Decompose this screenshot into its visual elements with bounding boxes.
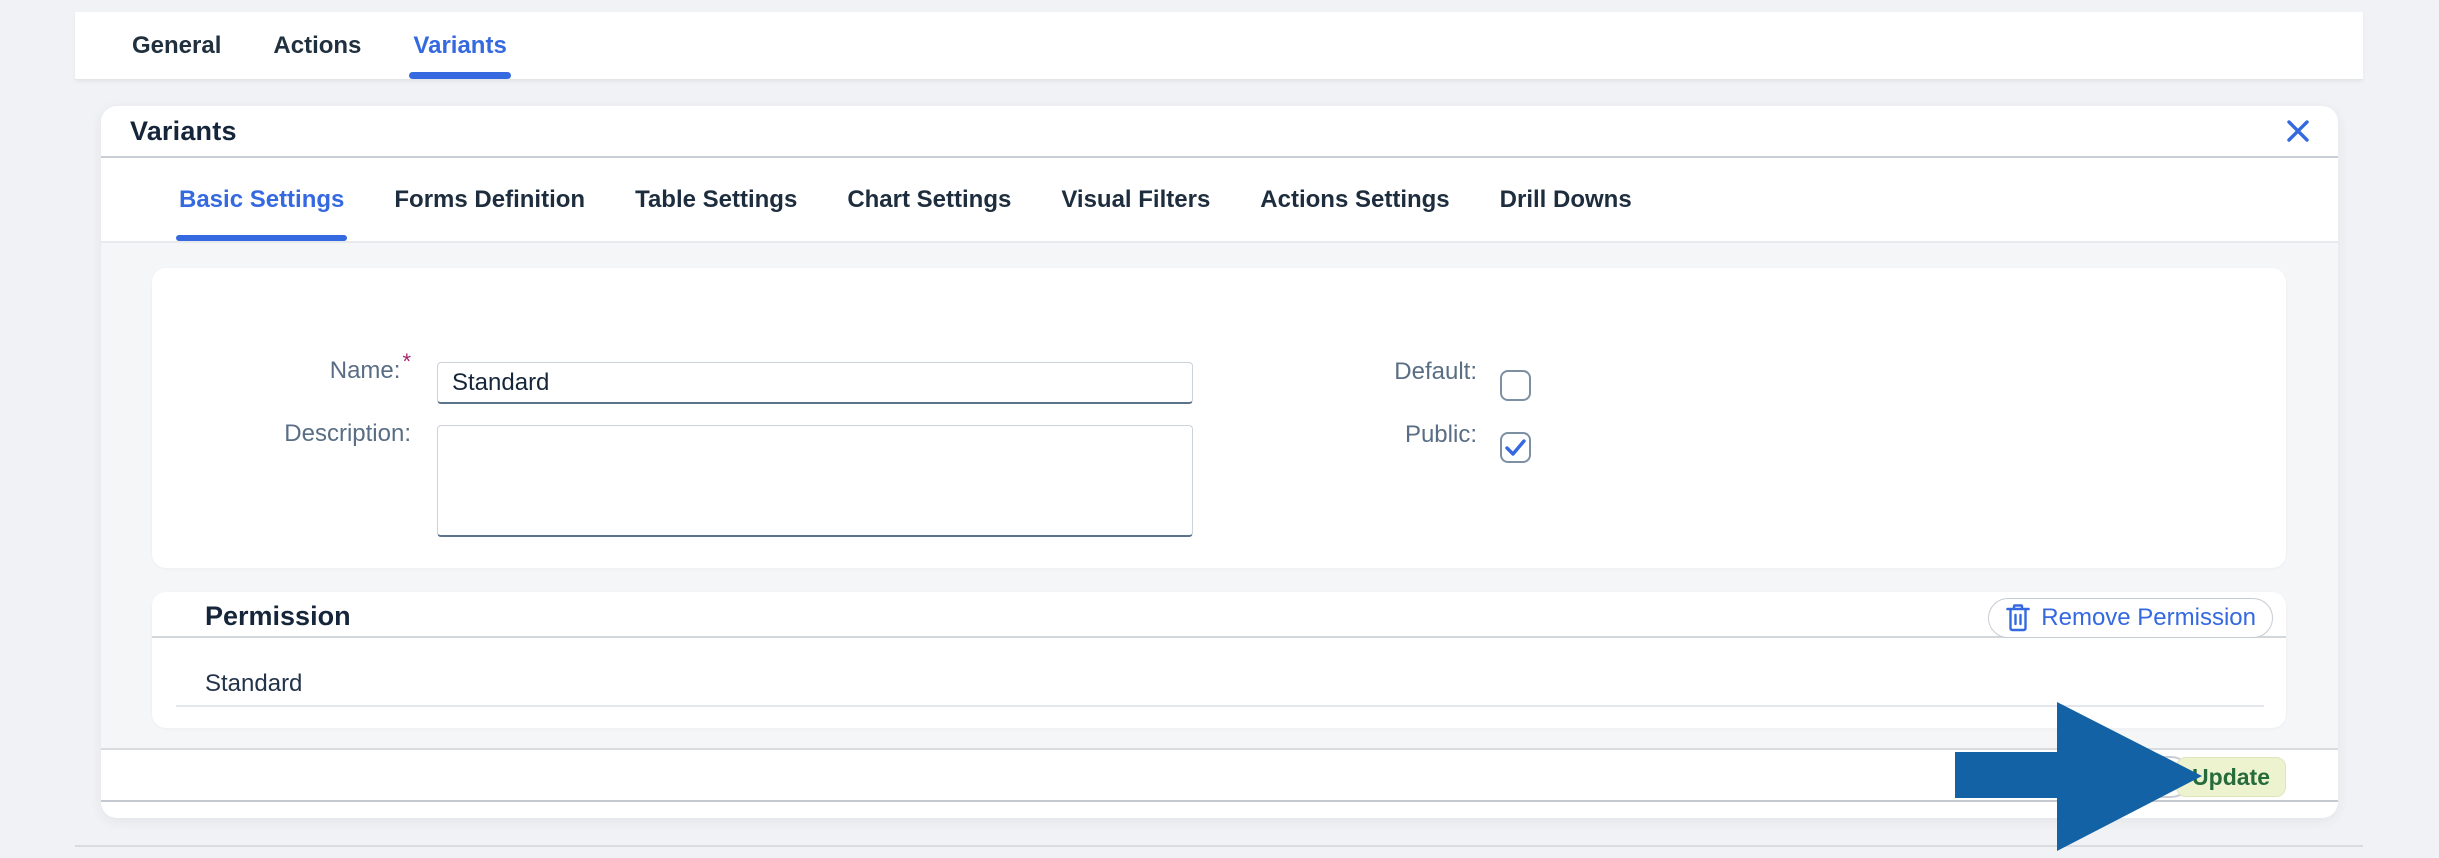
panel-footer: Update [101, 748, 2338, 802]
page-bottom-divider [75, 845, 2363, 847]
tab-chart-settings-label: Chart Settings [847, 186, 1011, 214]
tab-drill-downs-label: Drill Downs [1500, 186, 1632, 214]
panel-header: Variants [101, 106, 2338, 158]
tab-drill-downs[interactable]: Drill Downs [1500, 158, 1632, 241]
tab-visual-filters-label: Visual Filters [1061, 186, 1210, 214]
name-input[interactable] [437, 362, 1193, 404]
permission-row[interactable]: Standard [176, 662, 2264, 707]
tab-basic-settings-label: Basic Settings [179, 186, 344, 214]
tab-forms-definition[interactable]: Forms Definition [394, 158, 585, 241]
tab-general[interactable]: General [132, 12, 221, 79]
settings-tab-bar: Basic Settings Forms Definition Table Se… [101, 158, 2338, 243]
public-label: Public: [1257, 420, 1477, 450]
remove-permission-button[interactable]: Remove Permission [1988, 598, 2273, 638]
permission-header: Permission Remove Permission [152, 592, 2286, 638]
basic-settings-form-card: Name:* Description: Default: Public: [152, 268, 2286, 568]
tab-variants[interactable]: Variants [413, 12, 506, 79]
default-checkbox[interactable] [1500, 370, 1531, 401]
permission-card: Permission Remove Permission Standard [152, 592, 2286, 728]
permission-row-name: Standard [205, 670, 302, 698]
tab-selected-underline [409, 72, 510, 79]
tab-actions[interactable]: Actions [273, 12, 361, 79]
tab-visual-filters[interactable]: Visual Filters [1061, 158, 1210, 241]
trash-icon [2005, 604, 2031, 632]
variants-panel: Variants Basic Settings Forms Definition… [101, 106, 2338, 818]
panel-title: Variants [130, 116, 237, 147]
description-label: Description: [152, 419, 411, 449]
public-checkbox[interactable] [1500, 432, 1531, 463]
tab-basic-settings[interactable]: Basic Settings [179, 158, 344, 241]
update-button-label: Update [2192, 764, 2270, 791]
basic-settings-content: Name:* Description: Default: Public: [101, 243, 2338, 748]
description-input[interactable] [437, 425, 1193, 537]
default-label: Default: [1257, 357, 1477, 387]
remove-permission-label: Remove Permission [2041, 604, 2256, 632]
tab-selected-underline [176, 235, 347, 241]
close-icon [2285, 118, 2311, 144]
tab-general-label: General [132, 32, 221, 60]
permission-title: Permission [205, 601, 351, 632]
tab-actions-settings-label: Actions Settings [1260, 186, 1449, 214]
tab-table-settings-label: Table Settings [635, 186, 797, 214]
required-marker: * [402, 349, 411, 374]
tab-variants-label: Variants [413, 32, 506, 60]
tab-actions-settings[interactable]: Actions Settings [1260, 158, 1449, 241]
tab-chart-settings[interactable]: Chart Settings [847, 158, 1011, 241]
update-button[interactable]: Update [2176, 757, 2286, 797]
tab-actions-label: Actions [273, 32, 361, 60]
top-tab-bar: General Actions Variants [75, 12, 2363, 80]
name-label: Name:* [152, 356, 411, 386]
tab-table-settings[interactable]: Table Settings [635, 158, 797, 241]
close-button[interactable] [2280, 113, 2316, 149]
tab-forms-definition-label: Forms Definition [394, 186, 585, 214]
check-icon [1505, 439, 1526, 456]
